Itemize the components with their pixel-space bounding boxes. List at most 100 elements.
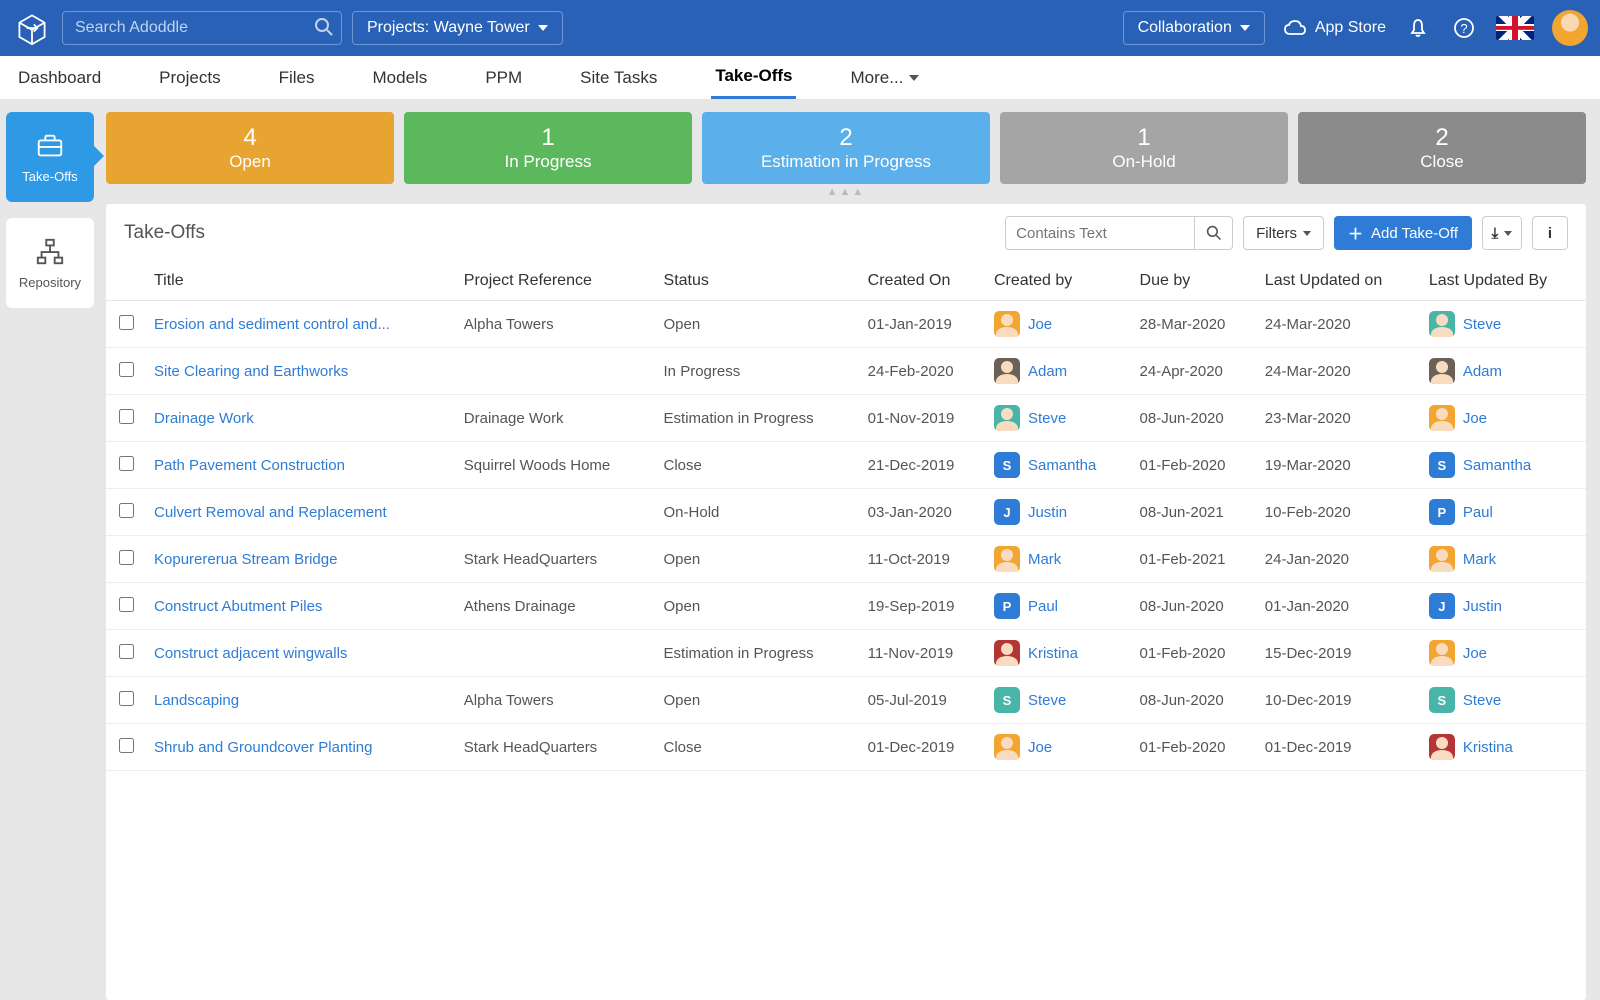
row-checkbox[interactable] [119, 409, 134, 424]
takeoff-link[interactable]: Construct adjacent wingwalls [154, 645, 347, 662]
col-status[interactable]: Status [656, 262, 860, 301]
cell-created-by: JJustin [986, 489, 1132, 536]
status-card-on-hold[interactable]: 1On-Hold [1000, 112, 1288, 184]
chevron-down-icon [1504, 231, 1512, 236]
nav-tab-projects[interactable]: Projects [155, 58, 224, 98]
help-button[interactable]: ? [1450, 14, 1478, 42]
sidebar-item-take-offs[interactable]: Take-Offs [6, 112, 94, 202]
user-link[interactable]: Steve [1028, 410, 1066, 427]
nav-tab-site-tasks[interactable]: Site Tasks [576, 58, 661, 98]
nav-more-dropdown[interactable]: More... [846, 58, 923, 98]
takeoff-link[interactable]: Culvert Removal and Replacement [154, 504, 387, 521]
search-input[interactable] [62, 11, 342, 45]
add-takeoff-button[interactable]: ＋ Add Take-Off [1334, 216, 1472, 250]
user-link[interactable]: Adam [1463, 363, 1502, 380]
col-last-updated-by[interactable]: Last Updated By [1421, 262, 1586, 301]
status-card-estimation-in-progress[interactable]: 2Estimation in Progress [702, 112, 990, 184]
resize-grip[interactable]: ▲▲▲ [106, 186, 1586, 198]
user-cell: Joe [1429, 640, 1578, 666]
user-link[interactable]: Joe [1463, 645, 1487, 662]
cell-updated-on: 24-Jan-2020 [1257, 536, 1421, 583]
status-card-close[interactable]: 2Close [1298, 112, 1586, 184]
nav-tab-ppm[interactable]: PPM [481, 58, 526, 98]
col-last-updated-on[interactable]: Last Updated on [1257, 262, 1421, 301]
user-link[interactable]: Joe [1028, 316, 1052, 333]
col-created-by[interactable]: Created by [986, 262, 1132, 301]
user-link[interactable]: Samantha [1463, 457, 1531, 474]
user-link[interactable]: Steve [1463, 316, 1501, 333]
col-due-by[interactable]: Due by [1132, 262, 1257, 301]
user-link[interactable]: Adam [1028, 363, 1067, 380]
cell-status: In Progress [656, 348, 860, 395]
cell-due-by: 08-Jun-2020 [1132, 583, 1257, 630]
row-checkbox[interactable] [119, 315, 134, 330]
takeoff-link[interactable]: Shrub and Groundcover Planting [154, 739, 372, 756]
status-label: In Progress [505, 152, 592, 172]
row-checkbox[interactable] [119, 691, 134, 706]
user-link[interactable]: Justin [1028, 504, 1067, 521]
user-link[interactable]: Kristina [1028, 645, 1078, 662]
col-created-on[interactable]: Created On [860, 262, 986, 301]
user-link[interactable]: Mark [1028, 551, 1061, 568]
filters-dropdown[interactable]: Filters [1243, 216, 1324, 250]
col-project-reference[interactable]: Project Reference [456, 262, 656, 301]
avatar-image [994, 311, 1020, 337]
user-link[interactable]: Steve [1463, 692, 1501, 709]
user-cell: SSteve [994, 687, 1124, 713]
takeoff-link[interactable]: Construct Abutment Piles [154, 598, 322, 615]
collaboration-dropdown[interactable]: Collaboration [1123, 11, 1265, 45]
app-store-link[interactable]: App Store [1283, 18, 1386, 38]
filter-text-input[interactable] [1005, 216, 1195, 250]
cell-due-by: 01-Feb-2020 [1132, 442, 1257, 489]
language-flag-uk[interactable] [1496, 16, 1534, 40]
sidebar-item-repository[interactable]: Repository [6, 218, 94, 308]
takeoff-link[interactable]: Erosion and sediment control and... [154, 316, 390, 333]
search-icon[interactable] [314, 17, 334, 42]
takeoff-link[interactable]: Drainage Work [154, 410, 254, 427]
row-checkbox[interactable] [119, 738, 134, 753]
row-checkbox[interactable] [119, 644, 134, 659]
takeoff-link[interactable]: Site Clearing and Earthworks [154, 363, 348, 380]
app-logo[interactable] [12, 8, 52, 48]
row-checkbox[interactable] [119, 362, 134, 377]
nav-tab-take-offs[interactable]: Take-Offs [711, 56, 796, 99]
takeoff-link[interactable]: Kopurererua Stream Bridge [154, 551, 337, 568]
user-link[interactable]: Justin [1463, 598, 1502, 615]
status-label: Open [229, 152, 271, 172]
nav-tab-dashboard[interactable]: Dashboard [14, 58, 105, 98]
user-avatar[interactable] [1552, 10, 1588, 46]
row-checkbox[interactable] [119, 550, 134, 565]
notifications-button[interactable] [1404, 14, 1432, 42]
user-link[interactable]: Samantha [1028, 457, 1096, 474]
takeoff-link[interactable]: Path Pavement Construction [154, 457, 345, 474]
filter-search-button[interactable] [1195, 216, 1233, 250]
table-row: Site Clearing and EarthworksIn Progress2… [106, 348, 1586, 395]
user-cell: Adam [994, 358, 1124, 384]
export-dropdown[interactable]: ⤓ [1482, 216, 1522, 250]
user-link[interactable]: Paul [1028, 598, 1058, 615]
nav-tab-files[interactable]: Files [275, 58, 319, 98]
user-link[interactable]: Joe [1463, 410, 1487, 427]
row-checkbox[interactable] [119, 597, 134, 612]
row-checkbox[interactable] [119, 456, 134, 471]
user-link[interactable]: Mark [1463, 551, 1496, 568]
takeoff-link[interactable]: Landscaping [154, 692, 239, 709]
cell-created-on: 11-Nov-2019 [860, 630, 986, 677]
row-checkbox[interactable] [119, 503, 134, 518]
status-card-open[interactable]: 4Open [106, 112, 394, 184]
nav-tab-models[interactable]: Models [369, 58, 432, 98]
user-link[interactable]: Joe [1028, 739, 1052, 756]
avatar-initial: S [1429, 687, 1455, 713]
info-button[interactable]: i [1532, 216, 1568, 250]
col-title[interactable]: Title [146, 262, 456, 301]
user-link[interactable]: Paul [1463, 504, 1493, 521]
status-label: Estimation in Progress [761, 152, 931, 172]
user-link[interactable]: Steve [1028, 692, 1066, 709]
cell-created-on: 01-Dec-2019 [860, 724, 986, 771]
cell-created-by: Mark [986, 536, 1132, 583]
user-link[interactable]: Kristina [1463, 739, 1513, 756]
cell-due-by: 28-Mar-2020 [1132, 301, 1257, 348]
project-selector[interactable]: Projects: Wayne Tower [352, 11, 563, 45]
status-card-in-progress[interactable]: 1In Progress [404, 112, 692, 184]
cell-title: Site Clearing and Earthworks [146, 348, 456, 395]
